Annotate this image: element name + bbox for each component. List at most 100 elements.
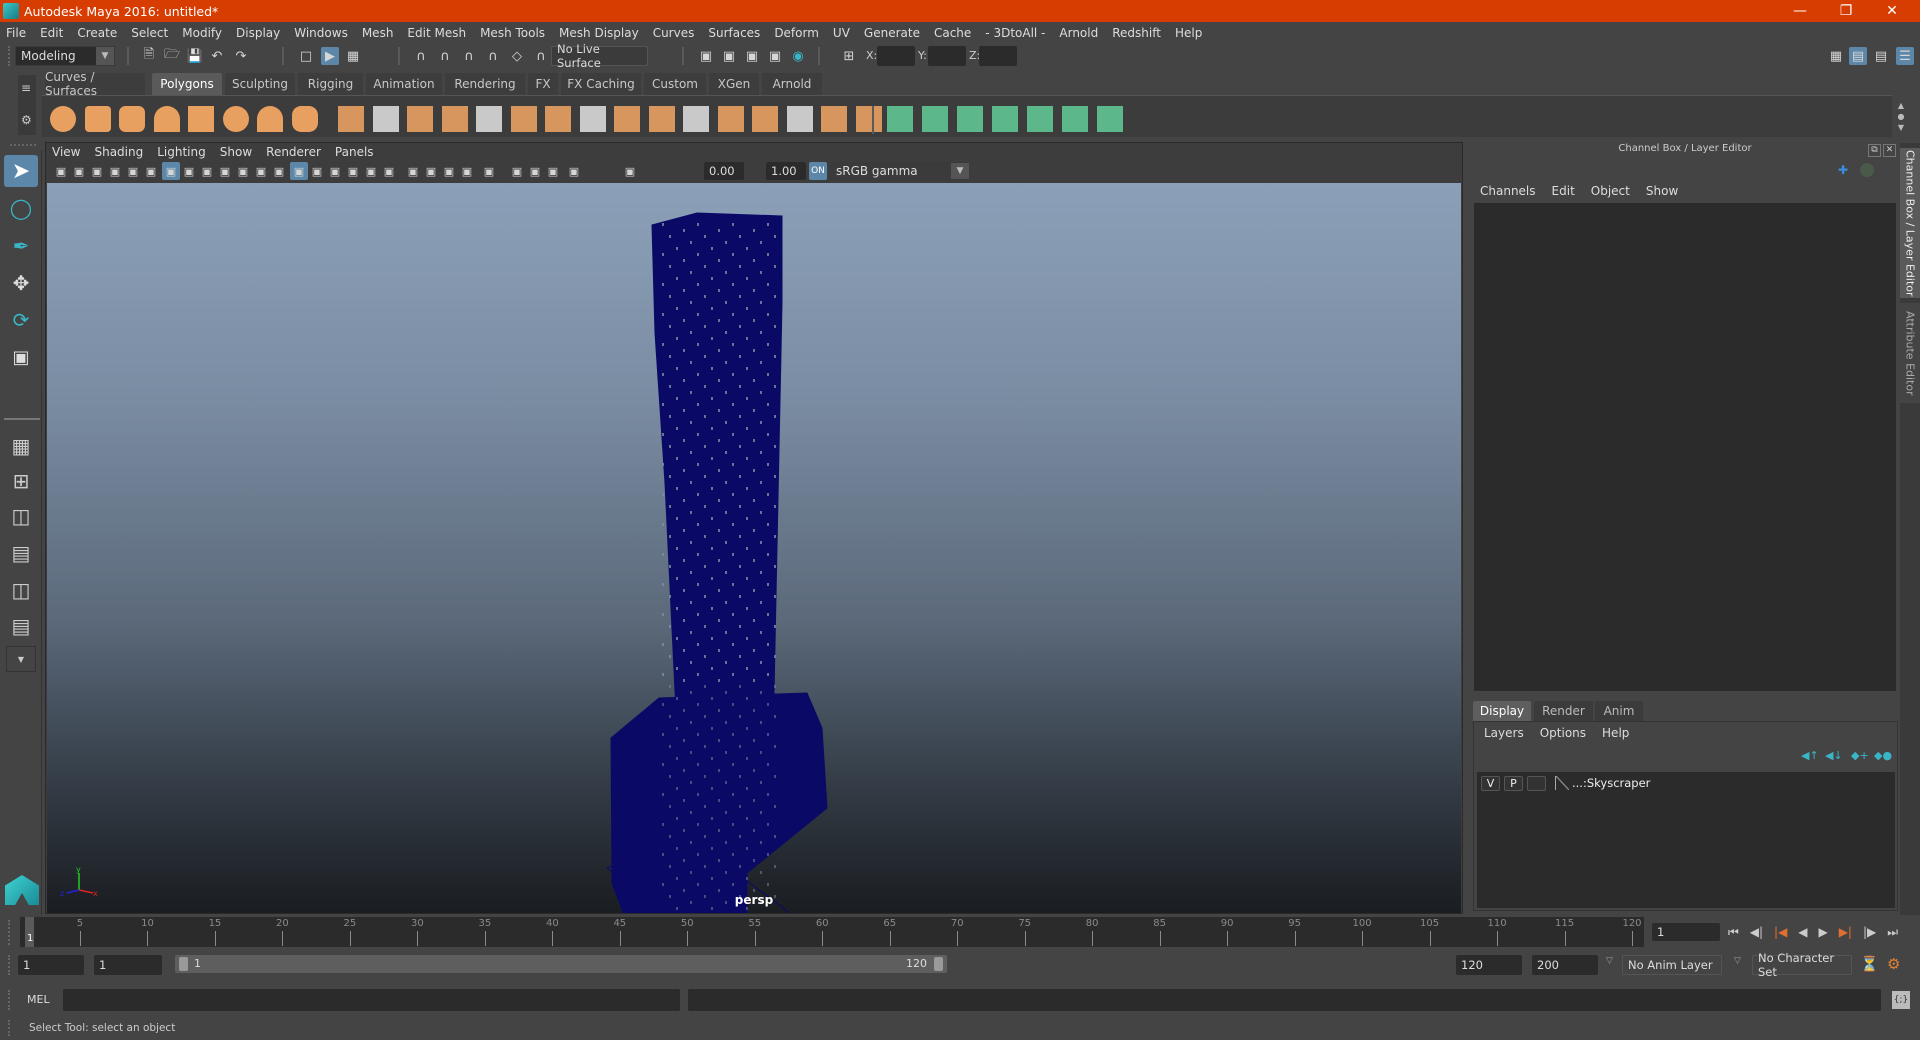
drag-handle[interactable] (8, 990, 12, 1010)
default-material-icon[interactable]: ▣ (326, 162, 344, 180)
poly-pyramid-icon[interactable] (257, 106, 283, 132)
shelf-tab-fx-caching[interactable]: FX Caching (561, 73, 641, 95)
menu-generate[interactable]: Generate (864, 26, 920, 40)
camera-exposure-icon[interactable]: ▣ (565, 162, 583, 180)
range-start-handle[interactable] (179, 957, 188, 971)
snap-point-icon[interactable]: ∩ (460, 47, 478, 65)
go-to-end-icon[interactable]: ⏭ (1887, 925, 1898, 940)
menu-mesh-display[interactable]: Mesh Display (559, 26, 639, 40)
smooth-shade-icon[interactable]: ▣ (308, 162, 326, 180)
target-weld-icon[interactable] (614, 106, 640, 132)
separate-icon[interactable] (372, 106, 399, 132)
anim-layer-dropdown[interactable]: No Anim Layer (1622, 955, 1722, 975)
shelf-tab-curves-surfaces[interactable]: Curves / Surfaces (45, 70, 145, 98)
hypershade-icon[interactable]: ◉ (789, 47, 807, 65)
paint-select-tool-button[interactable]: ✒ (4, 230, 38, 262)
smooth-icon[interactable] (441, 106, 468, 132)
field-chart-icon[interactable]: ▣ (234, 162, 252, 180)
modeling-toolkit-icon[interactable]: ▦ (1827, 47, 1845, 65)
poly-cube-icon[interactable] (84, 106, 111, 132)
exposure-input[interactable]: 0.00 (704, 162, 744, 180)
shelf-tab-custom[interactable]: Custom (644, 73, 706, 95)
poly-plane-icon[interactable] (188, 106, 214, 132)
animation-end-input[interactable]: 200 (1532, 955, 1598, 975)
live-surface-field[interactable]: No Live Surface (551, 42, 648, 70)
single-pane-layout-button[interactable]: ▦ (4, 430, 38, 462)
edge-ring-icon[interactable] (717, 106, 744, 132)
new-layer-icon[interactable]: ◆+ (1851, 749, 1869, 762)
shading-toggle-icon[interactable] (1860, 163, 1874, 177)
channel-box-area[interactable] (1474, 203, 1896, 691)
grid-icon[interactable]: ▣ (162, 162, 180, 180)
z-input[interactable] (979, 46, 1017, 66)
layer-tab-anim[interactable]: Anim (1595, 701, 1643, 721)
command-input[interactable] (63, 989, 680, 1011)
snap-surface-icon[interactable]: ◇ (508, 47, 526, 65)
playback-start-input[interactable]: 1 (94, 955, 162, 975)
menu-mesh-tools[interactable]: Mesh Tools (480, 26, 545, 40)
ipr-render-icon[interactable]: ▣ (743, 47, 761, 65)
combine-icon[interactable] (338, 106, 364, 132)
menu-edit[interactable]: Edit (40, 26, 63, 40)
menu-modify[interactable]: Modify (182, 26, 222, 40)
resolution-gate-icon[interactable]: ▣ (198, 162, 216, 180)
range-slider[interactable]: 1 120 (175, 955, 947, 973)
side-tab-attribute-editor[interactable]: Attribute Editor (1900, 303, 1920, 403)
redo-icon[interactable]: ↷ (232, 47, 250, 65)
step-back-key-icon[interactable]: |◀ (1774, 925, 1787, 939)
move-layer-up-icon[interactable]: ◀↑ (1801, 749, 1819, 762)
panel-menu-panels[interactable]: Panels (335, 145, 374, 161)
menu-display[interactable]: Display (236, 26, 280, 40)
current-frame-input[interactable]: 1 (1652, 923, 1720, 941)
edit-menu[interactable]: Edit (1552, 184, 1575, 198)
shelf-tab-xgen[interactable]: XGen (709, 73, 759, 95)
xray-joints-icon[interactable]: ▣ (526, 162, 544, 180)
skyscraper-wireframe[interactable] (47, 183, 1461, 913)
multi-cut-icon[interactable] (545, 106, 571, 132)
bevel-cube-icon[interactable] (683, 106, 709, 132)
textured-icon[interactable]: ▣ (344, 162, 362, 180)
shelf-tab-sculpting[interactable]: Sculpting (225, 73, 295, 95)
menu-cache[interactable]: Cache (934, 26, 971, 40)
character-set-dropdown[interactable]: No Character Set (1752, 951, 1852, 979)
menu-curves[interactable]: Curves (653, 26, 695, 40)
time-slider[interactable]: 1 5 10 15 20 25 30 35 40 45 50 55 60 65 70 75 80 85 90 95 1… (20, 917, 1644, 947)
edge-loop-icon[interactable] (752, 106, 778, 132)
animation-preferences-icon[interactable]: ⚙ (1887, 955, 1900, 973)
shelf-tab-fx[interactable]: FX (528, 73, 558, 95)
help-menu[interactable]: Help (1602, 726, 1629, 740)
show-menu[interactable]: Show (1646, 184, 1678, 198)
layer-playback-toggle[interactable]: P (1504, 775, 1523, 791)
drag-handle[interactable] (8, 46, 12, 66)
frame-icon[interactable] (855, 106, 882, 132)
menu-windows[interactable]: Windows (294, 26, 348, 40)
drag-handle[interactable] (10, 144, 36, 148)
persp-graph-outliner-layout-button[interactable]: ▤ (4, 610, 38, 642)
menuset-dropdown[interactable]: Modeling ▼ (15, 46, 115, 66)
safe-title-icon[interactable]: ▣ (270, 162, 288, 180)
shelf-tab-arnold[interactable]: Arnold (762, 73, 822, 95)
menu-edit-mesh[interactable]: Edit Mesh (407, 26, 466, 40)
outliner-hypershade-layout-button[interactable]: ◫ (4, 574, 38, 606)
step-forward-frame-icon[interactable]: |▶ (1863, 925, 1876, 939)
move-tool-button[interactable]: ✥ (4, 267, 38, 299)
color-management-toggle-icon[interactable]: ON (809, 162, 827, 180)
scale-tool-button[interactable]: ▣ (4, 341, 38, 373)
poly-cone-icon[interactable] (153, 106, 180, 132)
panel-menu-lighting[interactable]: Lighting (157, 145, 206, 161)
menu-3dtoall[interactable]: - 3DtoAll - (985, 26, 1045, 40)
menu-create[interactable]: Create (77, 26, 117, 40)
color-space-dropdown[interactable]: sRGB gamma ▼ (830, 162, 970, 180)
script-language-toggle[interactable]: MEL (27, 993, 50, 1006)
layer-color-swatch[interactable] (1555, 776, 1569, 790)
render-current-icon[interactable]: ▣ (720, 47, 738, 65)
camera-attributes-icon[interactable]: ▣ (70, 162, 88, 180)
ssao-icon[interactable]: ▣ (404, 162, 422, 180)
shelf-tab-animation[interactable]: Animation (366, 73, 442, 95)
save-scene-icon[interactable]: 💾 (186, 47, 204, 65)
render-view-icon[interactable]: ▣ (697, 47, 715, 65)
menu-redshift[interactable]: Redshift (1112, 26, 1161, 40)
graph-persp-layout-button[interactable]: ▤ (4, 537, 38, 569)
undo-icon[interactable]: ↶ (208, 47, 226, 65)
poly-cylinder-icon[interactable] (119, 106, 145, 132)
